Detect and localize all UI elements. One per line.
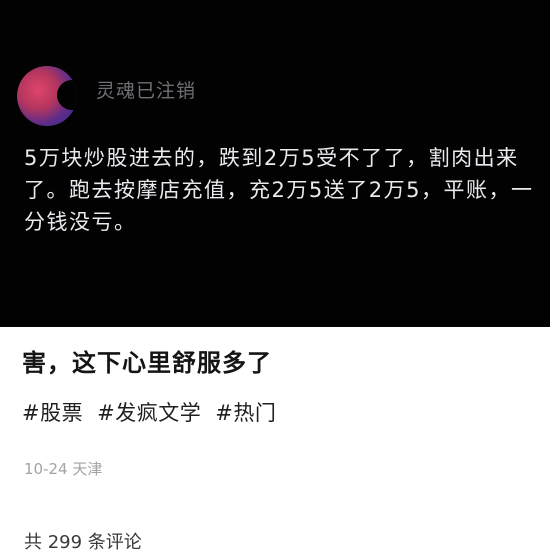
- comment-count: 共 299 条评论: [24, 532, 142, 553]
- hashtag-crazy-literature[interactable]: #发疯文学: [97, 397, 201, 427]
- post-date-location: 10-24 天津: [24, 460, 103, 478]
- hashtag-list: #股票 #发疯文学 #热门: [22, 397, 276, 427]
- caption-title: 害，这下心里舒服多了: [22, 349, 272, 377]
- post-text: 5万块炒股进去的，跌到2万5受不了了，割肉出来了。跑去按摩店充值，充2万5送了2…: [24, 146, 534, 234]
- post-username[interactable]: 灵魂已注销: [96, 76, 196, 103]
- hashtag-trending[interactable]: #热门: [215, 397, 276, 427]
- avatar[interactable]: [17, 66, 77, 126]
- embedded-post-screenshot: 灵魂已注销 5万块炒股进去的，跌到2万5受不了了，割肉出来了。跑去按摩店充值，充…: [0, 0, 550, 327]
- hashtag-stocks[interactable]: #股票: [22, 397, 83, 427]
